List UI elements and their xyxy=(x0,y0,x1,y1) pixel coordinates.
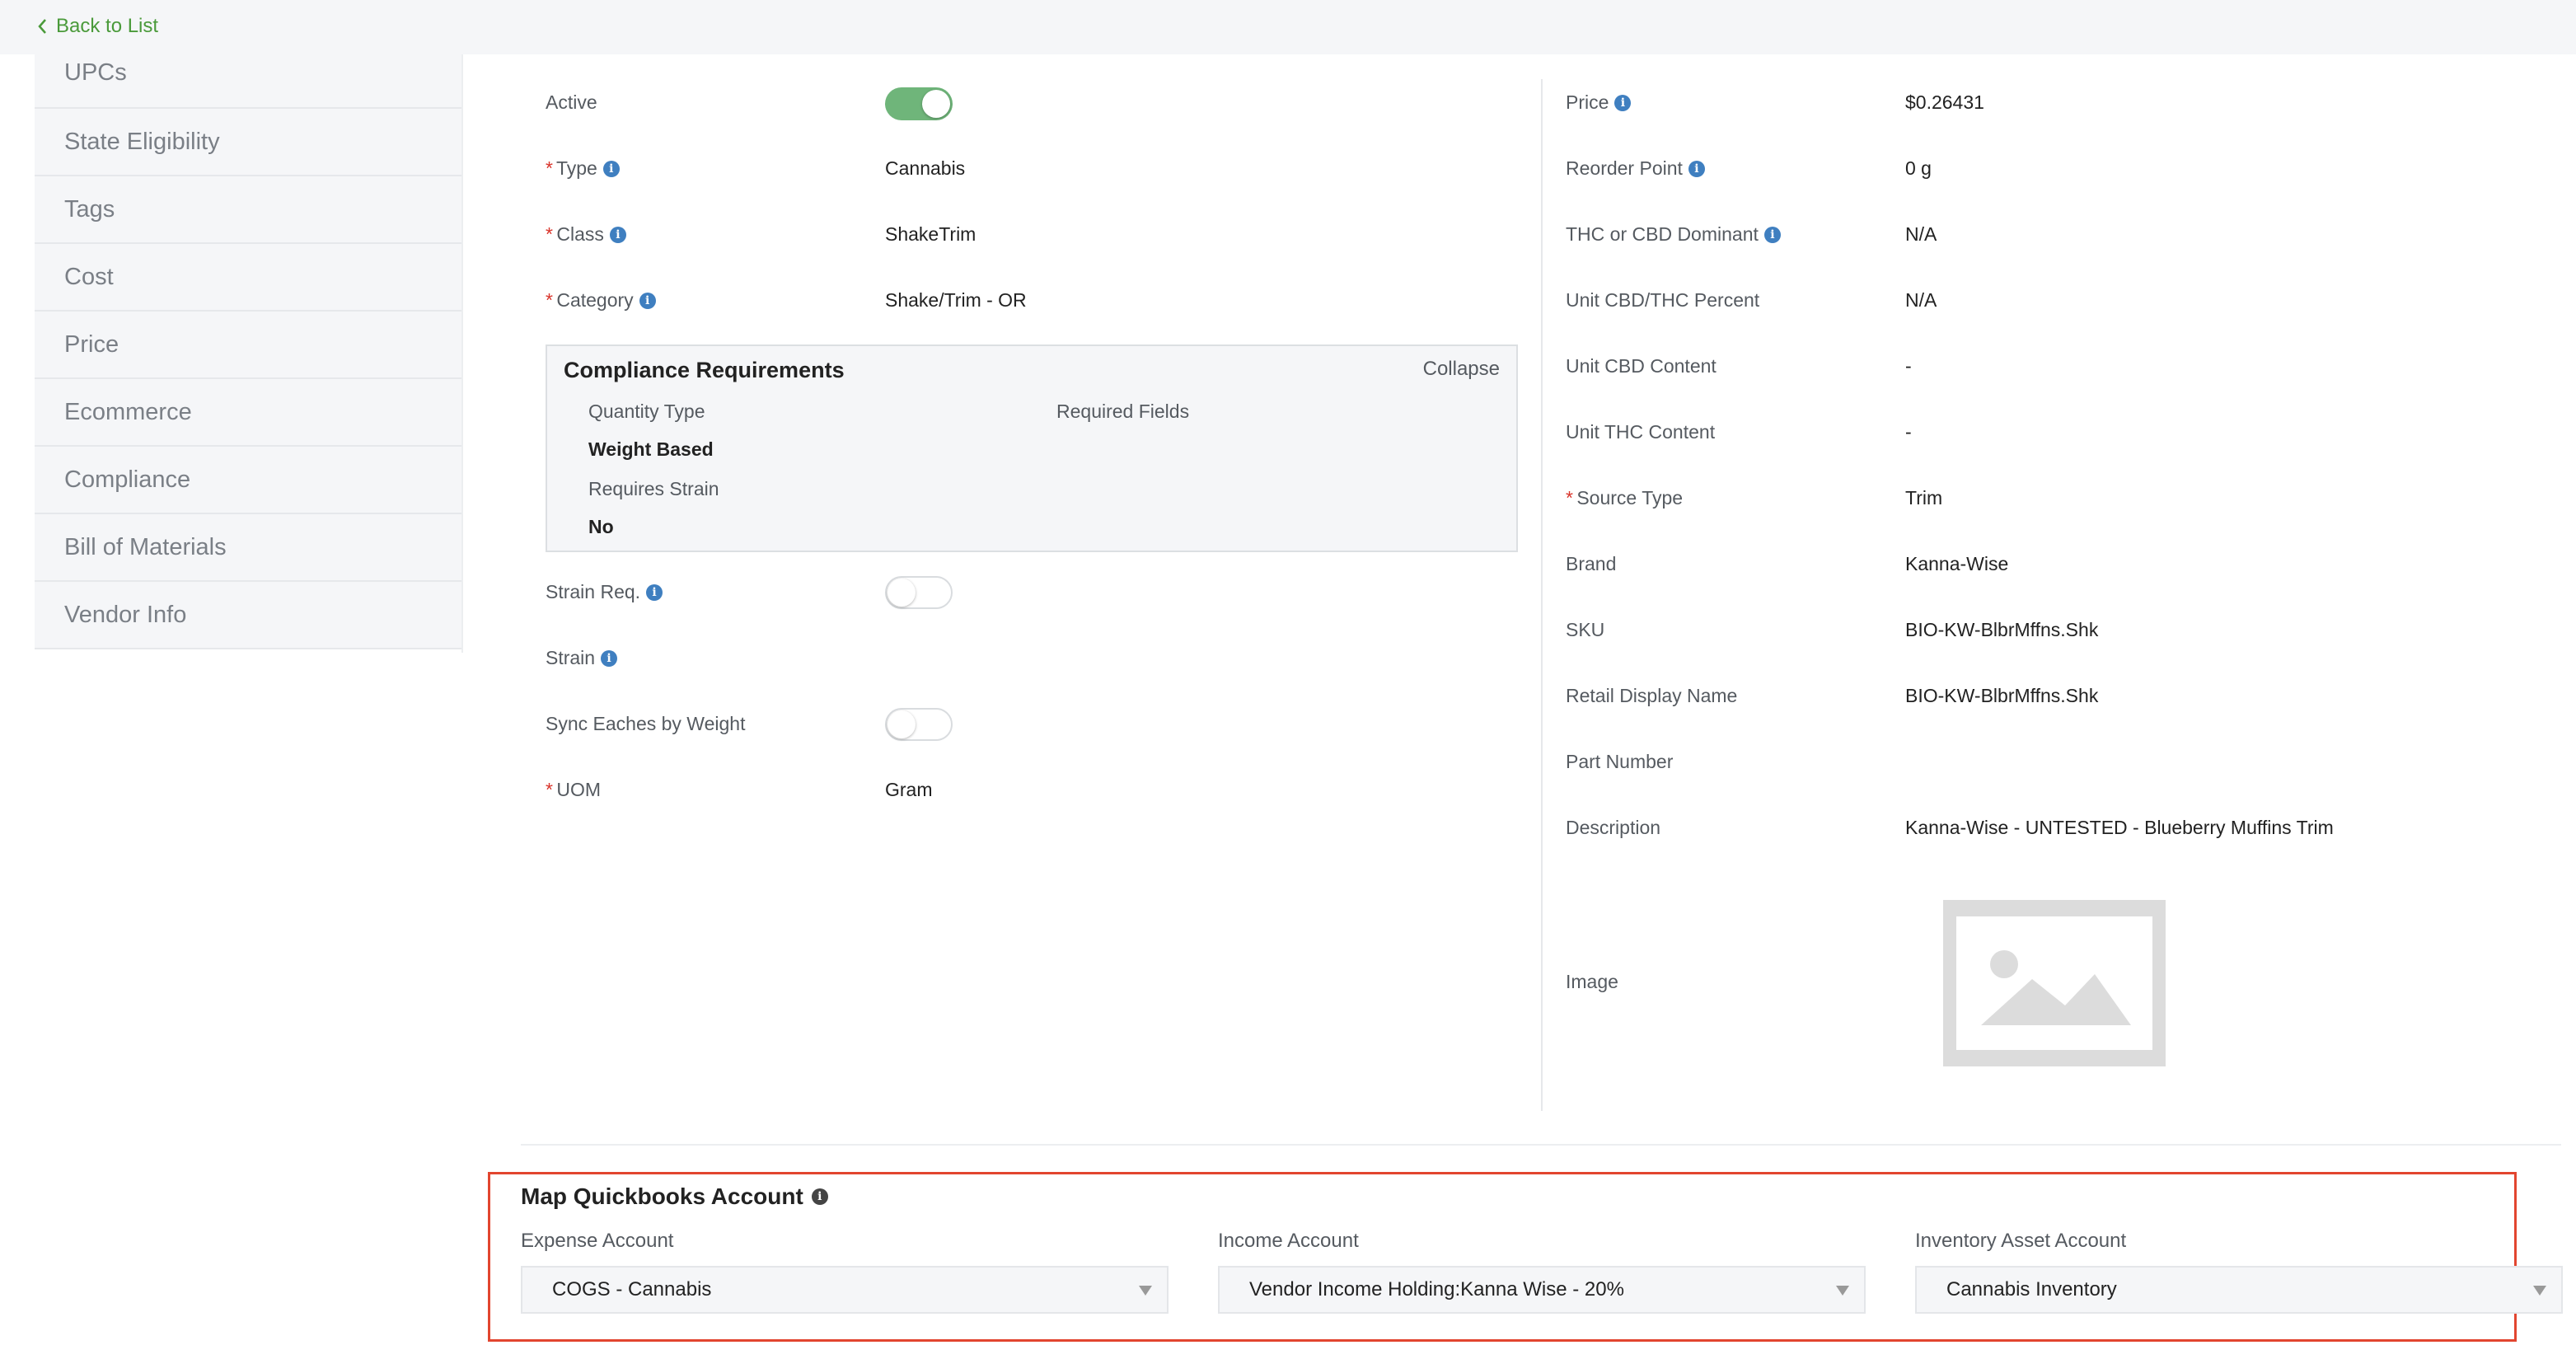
retail-display-name-label: Retail Display Name xyxy=(1566,685,1738,706)
strain-req-label: Strain Req. i xyxy=(546,581,663,603)
info-icon[interactable]: i xyxy=(639,292,656,309)
unit-cbd-label: Unit CBD Content xyxy=(1566,355,1717,377)
section-divider xyxy=(521,1144,2561,1146)
active-label: Active xyxy=(546,91,597,113)
reorder-point-value: 0 g xyxy=(1905,157,1932,179)
unit-percent-label: Unit CBD/THC Percent xyxy=(1566,289,1760,311)
unit-thc-label: Unit THC Content xyxy=(1566,421,1716,443)
type-label: * Type i xyxy=(546,157,620,180)
info-icon[interactable]: i xyxy=(811,1188,828,1205)
required-asterisk: * xyxy=(546,157,553,179)
image-label: Image xyxy=(1566,971,1618,992)
sidebar-item-compliance[interactable]: Compliance xyxy=(35,447,461,514)
sku-label: SKU xyxy=(1566,619,1605,640)
sidebar-item-vendor-info[interactable]: Vendor Info xyxy=(35,582,461,649)
collapse-button[interactable]: Collapse xyxy=(1423,358,1500,381)
unit-percent-value: N/A xyxy=(1905,289,1937,311)
requires-strain-value: No xyxy=(588,516,614,537)
back-to-list-label: Back to List xyxy=(56,15,159,37)
required-asterisk: * xyxy=(546,289,553,311)
dropdown-arrow-icon xyxy=(1139,1286,1152,1296)
info-icon[interactable]: i xyxy=(646,583,663,601)
compliance-requirements-panel: Compliance Requirements Collapse Quantit… xyxy=(546,344,1518,552)
sku-value: BIO-KW-BlbrMffns.Shk xyxy=(1905,619,2099,640)
image-placeholder-icon xyxy=(1956,916,2152,1050)
toggle-knob xyxy=(888,710,916,738)
sidebar: UPCs State Eligibility Tags Cost Price E… xyxy=(35,43,461,649)
active-toggle[interactable] xyxy=(885,87,953,120)
dropdown-arrow-icon xyxy=(2533,1286,2546,1296)
info-icon[interactable]: i xyxy=(1763,226,1781,243)
price-value: $0.26431 xyxy=(1905,91,1984,113)
requires-strain-label: Requires Strain xyxy=(588,478,719,499)
toggle-knob xyxy=(922,90,950,118)
inventory-asset-account-select[interactable]: Cannabis Inventory xyxy=(1915,1266,2563,1314)
income-account-value: Vendor Income Holding:Kanna Wise - 20% xyxy=(1249,1278,1624,1300)
category-value: Shake/Trim - OR xyxy=(885,289,1027,311)
quantity-type-label: Quantity Type xyxy=(588,401,705,422)
sidebar-item-price[interactable]: Price xyxy=(35,312,461,379)
sidebar-item-tags[interactable]: Tags xyxy=(35,176,461,244)
inventory-asset-account-label: Inventory Asset Account xyxy=(1915,1230,2127,1252)
required-asterisk: * xyxy=(546,779,553,800)
info-icon[interactable]: i xyxy=(602,160,620,177)
source-type-label: * Source Type xyxy=(1566,487,1684,508)
info-icon[interactable]: i xyxy=(1688,160,1705,177)
type-value: Cannabis xyxy=(885,157,966,179)
class-value: ShakeTrim xyxy=(885,223,977,245)
description-label: Description xyxy=(1566,817,1661,838)
toggle-knob xyxy=(888,579,916,607)
sidebar-item-bill-of-materials[interactable]: Bill of Materials xyxy=(35,514,461,582)
required-asterisk: * xyxy=(546,223,553,245)
income-account-label: Income Account xyxy=(1218,1230,1359,1252)
quantity-type-value: Weight Based xyxy=(588,438,714,460)
retail-display-name-value: BIO-KW-BlbrMffns.Shk xyxy=(1905,685,2099,706)
unit-cbd-value: - xyxy=(1905,355,1912,377)
description-value: Kanna-Wise - UNTESTED - Blueberry Muffin… xyxy=(1905,817,2334,838)
dropdown-arrow-icon xyxy=(1836,1286,1849,1296)
strain-req-toggle[interactable] xyxy=(885,576,953,609)
part-number-label: Part Number xyxy=(1566,751,1674,772)
sidebar-item-cost[interactable]: Cost xyxy=(35,244,461,312)
compliance-title: Compliance Requirements xyxy=(564,358,845,382)
back-to-list-link[interactable]: Back to List xyxy=(36,12,158,41)
strain-label: Strain i xyxy=(546,647,618,669)
info-icon[interactable]: i xyxy=(609,226,626,243)
sync-eaches-label: Sync Eaches by Weight xyxy=(546,713,746,734)
column-divider xyxy=(1541,79,1543,1111)
sidebar-item-upcs[interactable]: UPCs xyxy=(35,43,461,109)
reorder-point-label: Reorder Point i xyxy=(1566,157,1705,180)
brand-label: Brand xyxy=(1566,553,1617,574)
expense-account-value: COGS - Cannabis xyxy=(552,1278,712,1300)
chevron-left-icon xyxy=(38,19,46,34)
sidebar-item-state-eligibility[interactable]: State Eligibility xyxy=(35,109,461,176)
class-label: * Class i xyxy=(546,223,626,246)
expense-account-label: Expense Account xyxy=(521,1230,674,1252)
inventory-asset-account-value: Cannabis Inventory xyxy=(1946,1278,2117,1300)
required-fields-label: Required Fields xyxy=(1056,401,1190,422)
required-asterisk: * xyxy=(1566,487,1573,508)
dominant-label: THC or CBD Dominant i xyxy=(1566,223,1781,246)
income-account-select[interactable]: Vendor Income Holding:Kanna Wise - 20% xyxy=(1218,1266,1866,1314)
sidebar-item-ecommerce[interactable]: Ecommerce xyxy=(35,379,461,447)
uom-label: * UOM xyxy=(546,779,602,800)
sync-eaches-toggle[interactable] xyxy=(885,708,953,741)
dominant-value: N/A xyxy=(1905,223,1937,245)
quickbooks-title: Map Quickbooks Account i xyxy=(521,1183,828,1210)
info-icon[interactable]: i xyxy=(601,649,618,667)
source-type-value: Trim xyxy=(1905,487,1943,508)
info-icon[interactable]: i xyxy=(1614,94,1632,111)
uom-value: Gram xyxy=(885,779,933,800)
category-label: * Category i xyxy=(546,289,656,312)
brand-value: Kanna-Wise xyxy=(1905,553,2009,574)
sidebar-divider xyxy=(461,54,463,653)
image-placeholder[interactable] xyxy=(1943,900,2166,1066)
unit-thc-value: - xyxy=(1905,421,1912,443)
expense-account-select[interactable]: COGS - Cannabis xyxy=(521,1266,1169,1314)
price-label: Price i xyxy=(1566,91,1632,114)
